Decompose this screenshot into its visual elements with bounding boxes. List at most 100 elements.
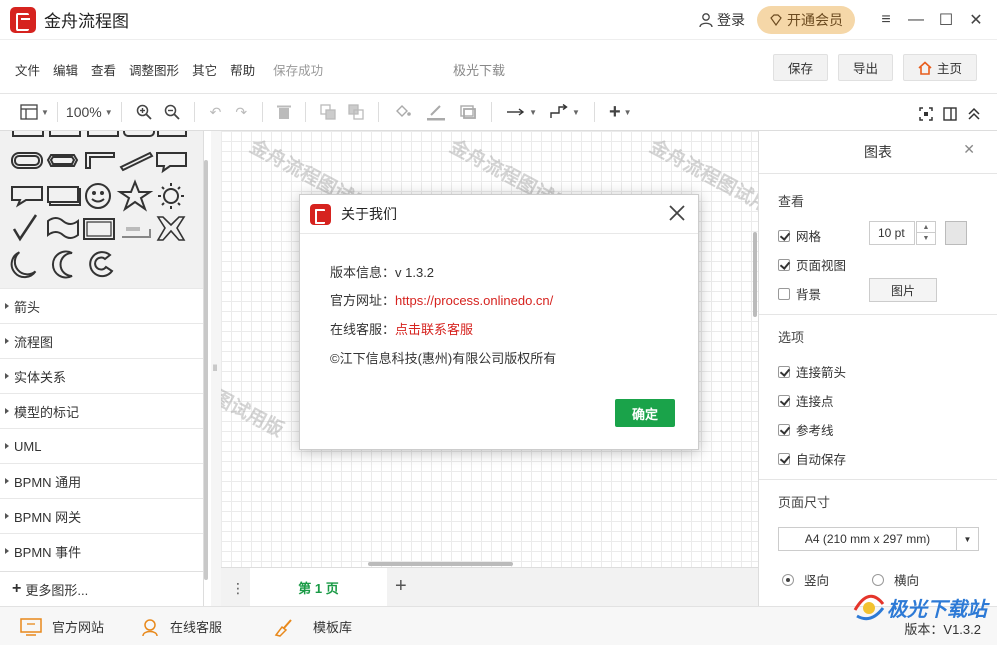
template-library-link[interactable]: 模板库 (273, 607, 352, 645)
menu-help[interactable]: 帮助 (230, 60, 255, 79)
line-color-icon[interactable] (426, 100, 446, 124)
shadow-icon[interactable] (460, 100, 477, 124)
close-icon[interactable]: ✕ (963, 141, 975, 158)
redo-icon[interactable]: ↷ (235, 100, 247, 124)
add-page-icon[interactable]: + (395, 575, 407, 598)
canvas-vertical-scrollbar[interactable] (753, 232, 757, 317)
save-button[interactable]: 保存 (772, 54, 828, 81)
maximize-icon[interactable]: ☐ (931, 5, 961, 35)
format-panel: 图表 ✕ 查看 网格 10 pt ▲ ▼ 页面视图 背景 图片 选项 连接箭头 连… (758, 131, 997, 606)
official-site-label: 官方网站 (52, 620, 105, 635)
category-label: UML (14, 438, 42, 454)
delete-icon[interactable] (277, 100, 292, 124)
collapse-up-icon[interactable] (967, 102, 981, 126)
zoom-value: 100% (65, 104, 102, 120)
online-support-link[interactable]: 在线客服 (140, 607, 222, 645)
grid-label: 网格 (796, 230, 822, 244)
version-label: 版本信息： (330, 265, 396, 280)
page-size-select[interactable]: A4 (210 mm x 297 mm) ▼ (778, 527, 979, 551)
home-icon (918, 60, 932, 75)
app-logo (310, 203, 331, 225)
site-watermark: 极光下载站 (851, 590, 987, 624)
status-bar: 官方网站 在线客服 模板库 版本：V1.3.2 (0, 606, 997, 645)
more-shapes-label: 更多图形... (25, 582, 89, 598)
connect-arrows-checkbox[interactable]: 连接箭头 (778, 362, 846, 381)
format-panel-icon[interactable] (943, 102, 957, 126)
undo-icon[interactable]: ↶ (210, 100, 222, 124)
close-icon[interactable] (666, 202, 688, 224)
canvas-horizontal-scrollbar[interactable] (368, 562, 513, 566)
shape-palette[interactable] (0, 131, 203, 288)
home-button[interactable]: 主页 (902, 54, 977, 81)
guides-checkbox[interactable]: 参考线 (778, 420, 834, 439)
background-label: 背景 (796, 288, 822, 302)
grid-size-stepper[interactable]: ▲ ▼ (916, 221, 936, 245)
left-scrollbar[interactable] (204, 160, 208, 580)
menu-bar: 文件 编辑 查看 调整图形 其它 帮助 保存成功 极光下载 保存 导出 主页 (0, 40, 997, 94)
vip-button[interactable]: 开通会员 (757, 6, 855, 34)
save-status: 保存成功 (273, 64, 324, 78)
category-flowchart[interactable]: 流程图 (0, 323, 203, 358)
waypoint-style-button[interactable]: ▼ (549, 100, 580, 124)
export-button[interactable]: 导出 (837, 54, 893, 81)
canvas-watermark: 图试用版 (221, 387, 287, 442)
portrait-radio[interactable]: 竖向 (782, 570, 829, 589)
page-tab[interactable]: 第 1 页 (250, 568, 387, 607)
vip-label: 开通会员 (787, 12, 843, 28)
connect-arrows-label: 连接箭头 (796, 366, 847, 380)
menu-edit[interactable]: 编辑 (53, 60, 78, 79)
autosave-checkbox[interactable]: 自动保存 (778, 449, 846, 468)
menu-file[interactable]: 文件 (15, 60, 40, 79)
to-back-icon[interactable] (348, 100, 364, 124)
copyright-text: ©江下信息科技(惠州)有限公司版权所有 (330, 351, 557, 366)
panel-title: 图表 (864, 144, 892, 160)
chevron-down-icon: ▼ (956, 528, 978, 550)
fill-color-icon[interactable] (394, 100, 412, 124)
category-bpmn-gateway[interactable]: BPMN 网关 (0, 498, 203, 533)
support-label: 在线客服： (330, 322, 396, 337)
more-shapes-button[interactable]: + 更多图形... (0, 571, 203, 606)
page-view-checkbox[interactable]: 页面视图 (778, 255, 846, 274)
category-label: 流程图 (14, 334, 54, 350)
grid-checkbox[interactable]: 网格 (778, 226, 821, 245)
category-arrows[interactable]: 箭头 (0, 288, 203, 323)
login-button[interactable]: 登录 (698, 10, 745, 30)
category-uml[interactable]: UML (0, 428, 203, 463)
template-library-label: 模板库 (313, 620, 353, 635)
zoom-out-button[interactable] (164, 100, 180, 124)
insert-button[interactable]: + ▼ (609, 100, 632, 124)
online-support-label: 在线客服 (170, 620, 223, 635)
image-button[interactable]: 图片 (869, 278, 937, 302)
menu-view[interactable]: 查看 (91, 60, 116, 79)
to-front-icon[interactable] (320, 100, 336, 124)
layout-toggle-button[interactable]: ▼ (20, 100, 49, 124)
grid-size-input[interactable]: 10 pt (869, 221, 915, 245)
close-icon[interactable]: ✕ (961, 5, 991, 35)
page-menu-icon[interactable]: ⋮ (231, 580, 245, 597)
connection-style-button[interactable]: ▼ (506, 100, 537, 124)
category-bpmn-event[interactable]: BPMN 事件 (0, 533, 203, 568)
menu-adjust-shape[interactable]: 调整图形 (129, 60, 179, 79)
fullscreen-icon[interactable] (919, 102, 933, 126)
menu-other[interactable]: 其它 (192, 60, 217, 79)
official-site-link[interactable]: 官方网站 (20, 607, 104, 645)
menu-icon[interactable]: ≡ (871, 5, 901, 35)
zoom-select[interactable]: 100% ▼ (66, 100, 113, 124)
website-link[interactable]: https://process.onlinedo.cn/ (395, 293, 553, 308)
contact-support-link[interactable]: 点击联系客服 (395, 322, 473, 337)
page-tab-bar: ⋮ 第 1 页 + (221, 567, 758, 607)
grid-color-swatch[interactable] (945, 221, 967, 245)
category-mockup[interactable]: 模型的标记 (0, 393, 203, 428)
zoom-in-button[interactable] (136, 100, 152, 124)
background-checkbox[interactable]: 背景 (778, 284, 821, 303)
title-bar: 金舟流程图 登录 开通会员 ≡ — ☐ ✕ (0, 0, 997, 40)
ok-button[interactable]: 确定 (615, 399, 675, 427)
category-bpmn-general[interactable]: BPMN 通用 (0, 463, 203, 498)
category-entity-relation[interactable]: 实体关系 (0, 358, 203, 393)
category-label: BPMN 网关 (14, 509, 82, 525)
landscape-radio[interactable]: 横向 (872, 570, 919, 589)
minimize-icon[interactable]: — (901, 5, 931, 35)
portrait-label: 竖向 (804, 574, 830, 588)
panel-splitter[interactable]: ll (211, 131, 221, 606)
connect-points-checkbox[interactable]: 连接点 (778, 391, 834, 410)
